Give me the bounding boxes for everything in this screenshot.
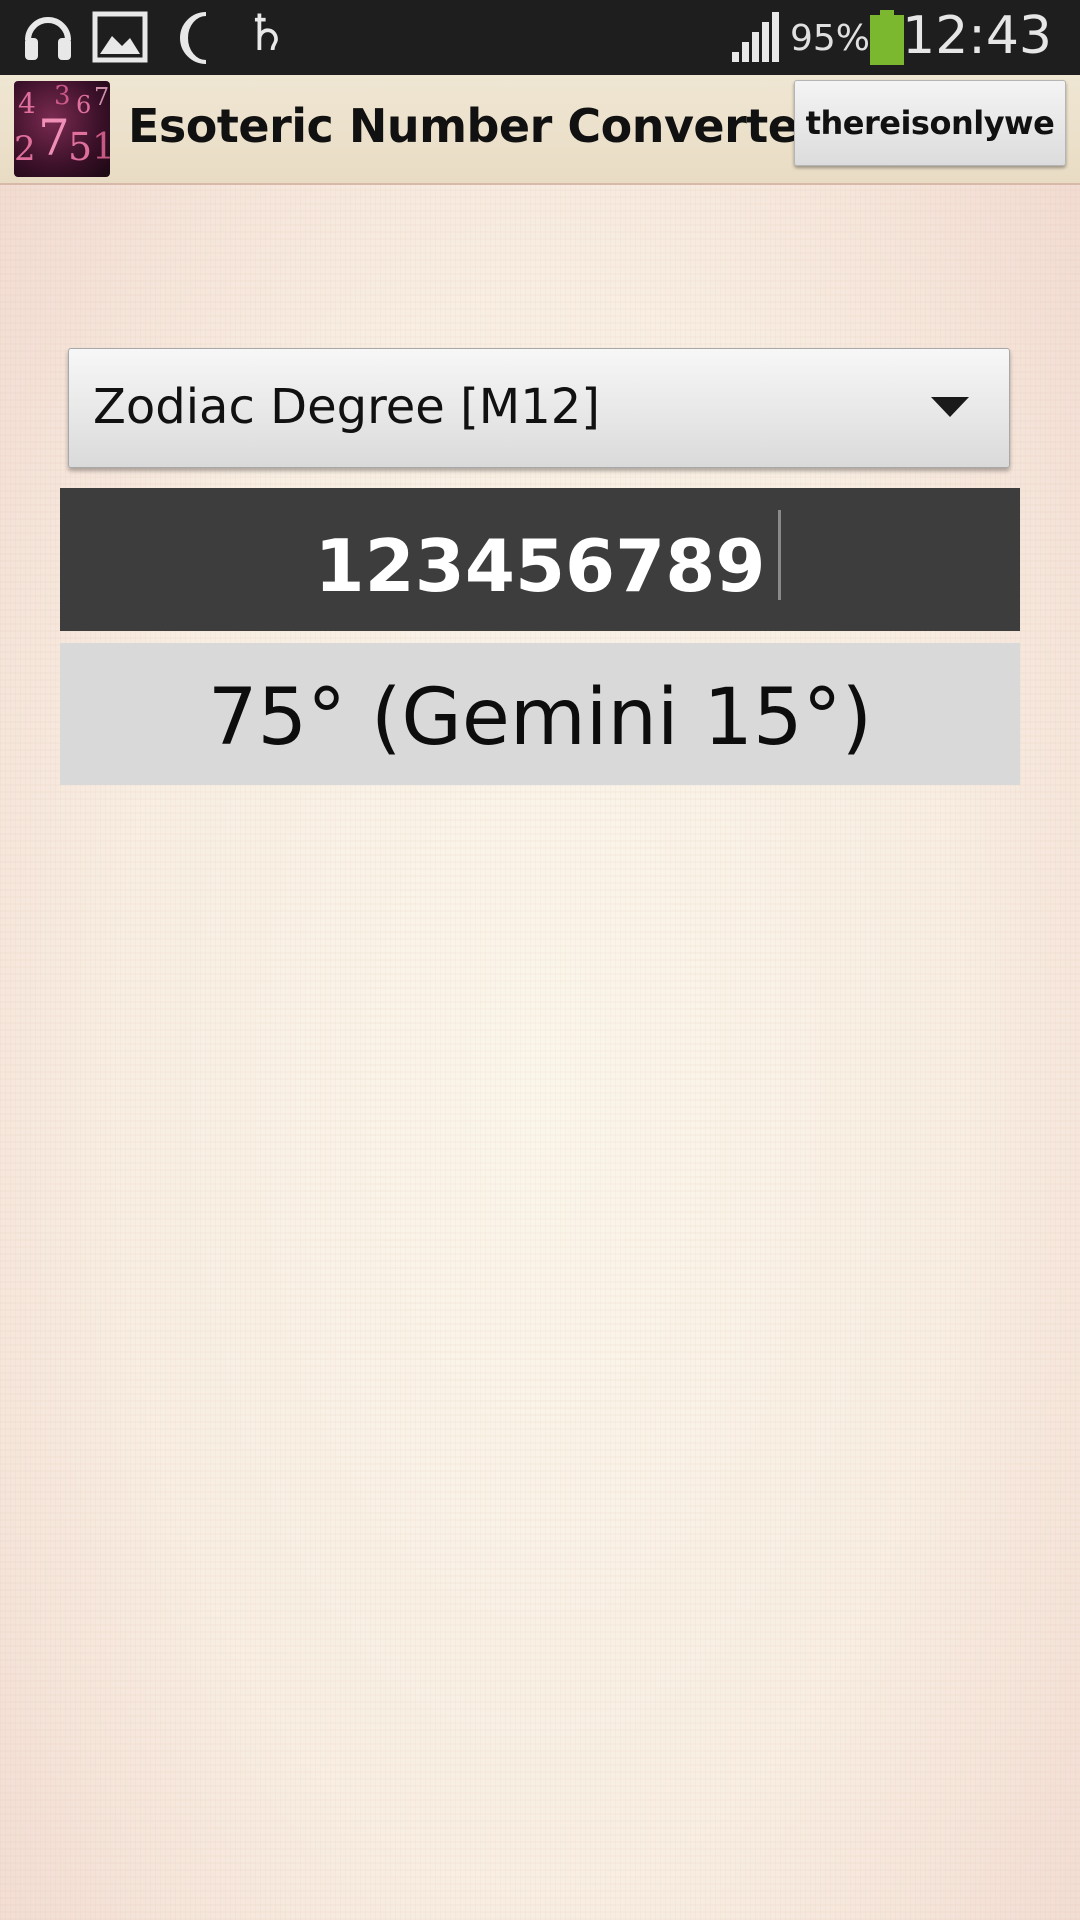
signal-icon	[730, 10, 780, 68]
logo-digit: 6	[76, 91, 92, 119]
logo-digit: 7	[38, 109, 70, 167]
clock: 12:43	[902, 6, 1052, 66]
logo-digit: 7	[94, 83, 110, 111]
logo-digit: 5	[68, 125, 93, 169]
saturn-symbol-icon: ♄	[244, 4, 289, 62]
conversion-mode-dropdown[interactable]: Zodiac Degree [M12]	[68, 348, 1010, 468]
status-bar: ♄ 95% 12:43	[0, 0, 1080, 75]
logo-digit: 2	[14, 129, 36, 169]
app-title: Esoteric Number Converter	[128, 99, 821, 153]
dropdown-arrow-icon	[931, 397, 969, 417]
dropdown-selected-value: Zodiac Degree [M12]	[93, 379, 601, 435]
battery-percent: 95%	[790, 18, 871, 59]
headphones-icon	[22, 10, 74, 68]
moon-icon	[168, 10, 218, 70]
logo-digit: 3	[54, 81, 71, 111]
number-input[interactable]: 123456789	[60, 488, 1020, 631]
logo-digit: 1	[92, 127, 110, 168]
conversion-result: 75° (Gemini 15°)	[60, 643, 1020, 785]
logo-digit: 4	[18, 87, 36, 120]
app-logo: 4 3 6 7 2 7 5 1	[14, 81, 110, 177]
user-account-button[interactable]: thereisonlywe	[794, 80, 1066, 166]
number-input-value: 123456789	[314, 524, 766, 608]
gallery-icon	[92, 10, 148, 68]
result-value: 75° (Gemini 15°)	[207, 673, 873, 763]
text-cursor	[778, 510, 781, 600]
battery-icon	[868, 10, 906, 70]
